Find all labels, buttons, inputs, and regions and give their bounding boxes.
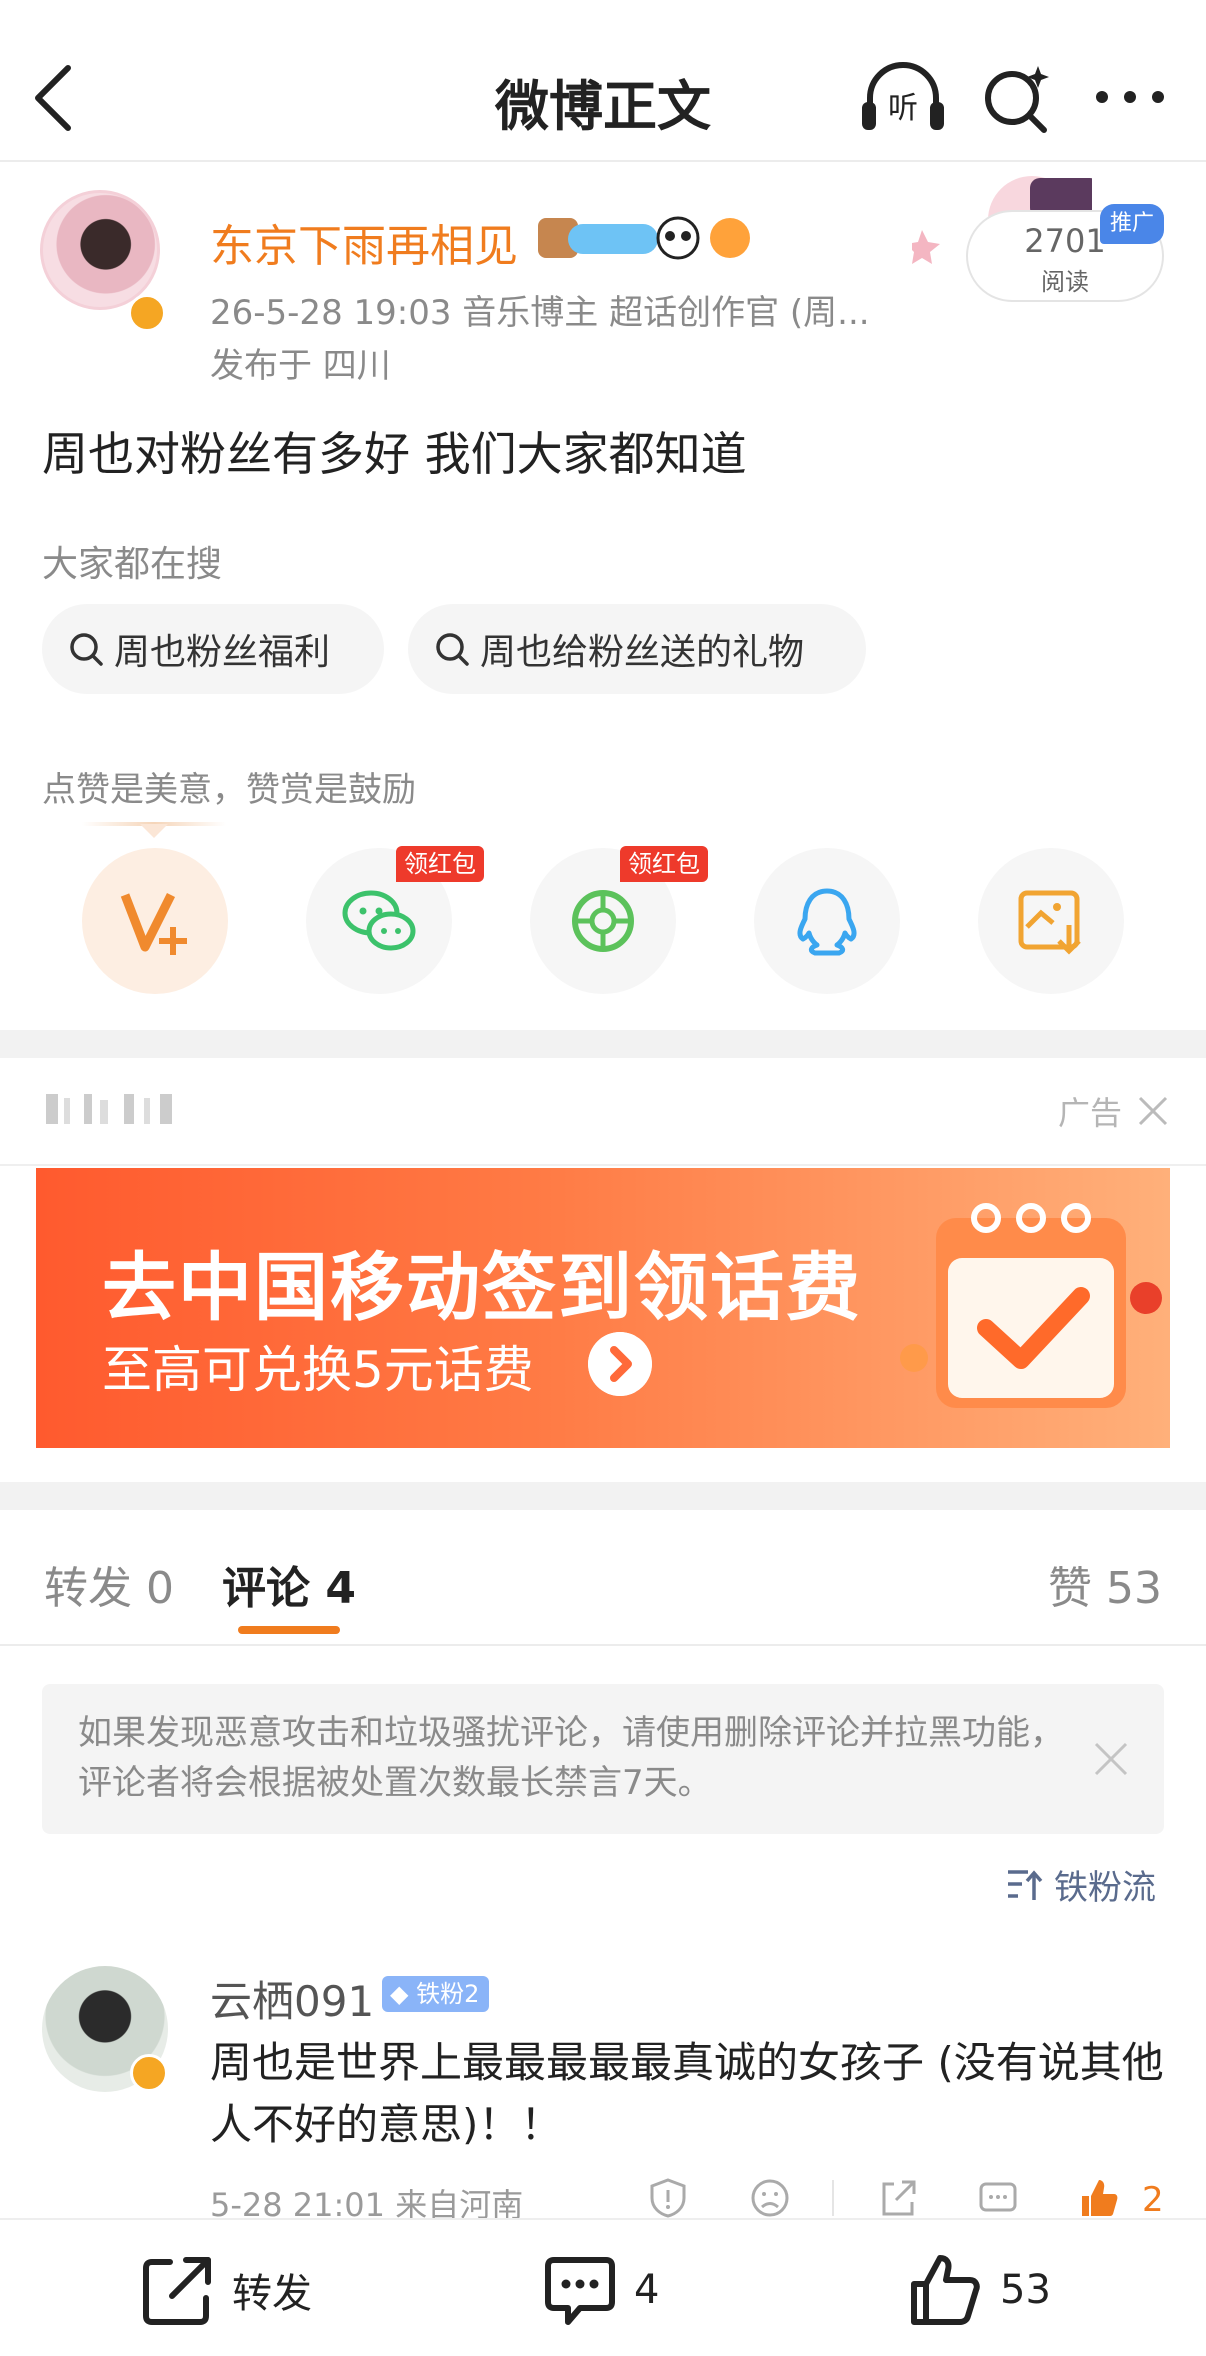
- active-tab-indicator: [238, 1626, 340, 1634]
- ad-title: 去中国移动签到领话费: [102, 1245, 862, 1331]
- qq-share-button[interactable]: [754, 848, 900, 994]
- repost-icon[interactable]: [876, 2176, 920, 2220]
- comment-icon: [545, 2257, 615, 2325]
- sort-toggle[interactable]: 铁粉流: [1004, 1862, 1156, 1908]
- chevron-right-icon: [588, 1332, 652, 1396]
- fan-level-label: 铁粉2: [416, 1980, 480, 2008]
- ad-label: 广告: [1058, 1094, 1123, 1132]
- bottom-action-bar: 转发 4 53: [0, 2218, 1206, 2356]
- comment-username[interactable]: 云栖091: [210, 1968, 374, 2029]
- search-chip[interactable]: 周也给粉丝送的礼物: [408, 604, 866, 694]
- section-divider: [0, 1030, 1206, 1058]
- search-spark-icon[interactable]: [980, 62, 1052, 134]
- red-packet-tag: 领红包: [620, 846, 708, 882]
- post-timestamp-source: 26-5-28 19:03 音乐博主 超话创作官 (周...: [210, 293, 870, 333]
- ad-sponsor-logo: [46, 1094, 172, 1124]
- comment-like-count: 2: [1142, 2180, 1164, 2220]
- like-icon[interactable]: [1076, 2176, 1120, 2220]
- diamond-icon: ◆: [390, 1980, 409, 2008]
- search-icon: [436, 633, 469, 666]
- search-icon: [70, 633, 103, 666]
- verified-badge-icon: [128, 294, 166, 332]
- reply-icon[interactable]: [976, 2176, 1020, 2220]
- dislike-face-icon[interactable]: [748, 2176, 792, 2220]
- like-icon: [911, 2255, 980, 2325]
- v-plus-reward-button[interactable]: [82, 848, 228, 994]
- v-plus-reward-icon: [120, 892, 187, 955]
- search-suggestions-heading: 大家都在搜: [42, 544, 223, 585]
- interaction-tabs: 转发 0 评论 4 赞 53: [0, 1510, 1206, 1644]
- report-icon[interactable]: [646, 2176, 690, 2220]
- tabs-divider: [0, 1644, 1206, 1646]
- moments-icon: [572, 890, 634, 952]
- section-divider: [0, 1482, 1206, 1510]
- promo-tag: 推广: [1100, 204, 1164, 244]
- reward-prompt: 点赞是美意，赞赏是鼓励: [42, 770, 416, 810]
- sort-label: 铁粉流: [1054, 1867, 1156, 1908]
- calendar-check-icon: [900, 1203, 1162, 1408]
- like-count: 53: [1000, 2267, 1051, 2313]
- comment-count: 4: [634, 2267, 660, 2313]
- repost-icon: [143, 2257, 211, 2325]
- repost-button[interactable]: 转发: [138, 2250, 312, 2330]
- notice-text: 如果发现恶意攻击和垃圾骚扰评论，请使用删除评论并拉黑功能，评论者将会根据被处置次…: [78, 1713, 1064, 1803]
- user-badges-icon: [538, 216, 750, 260]
- verified-badge-icon: [130, 2054, 168, 2092]
- avatar-image: [40, 190, 160, 310]
- tab-repost[interactable]: 转发 0: [44, 1552, 174, 1616]
- comment-notice: 如果发现恶意攻击和垃圾骚扰评论，请使用删除评论并拉黑功能，评论者将会根据被处置次…: [42, 1684, 1164, 1834]
- search-chip-label: 周也给粉丝送的礼物: [480, 632, 805, 673]
- listen-glyph: 听: [888, 91, 918, 126]
- wechat-icon: [342, 890, 416, 951]
- like-button[interactable]: 53: [906, 2250, 1051, 2330]
- close-icon[interactable]: [1136, 1094, 1170, 1128]
- fan-level-badge: ◆ 铁粉2: [382, 1976, 490, 2012]
- comment-button[interactable]: 4: [540, 2250, 659, 2330]
- repost-label: 转发: [232, 2271, 312, 2317]
- listen-icon[interactable]: 听: [858, 62, 948, 134]
- more-icon[interactable]: [1092, 82, 1168, 112]
- tip-pointer-icon: [140, 824, 168, 838]
- comment-text: 周也是世界上最最最最最真诚的女孩子 (没有说其他人不好的意思)！！: [210, 2038, 1164, 2149]
- search-chip-label: 周也粉丝福利: [114, 632, 331, 673]
- ad-subtitle: 至高可兑换5元话费: [102, 1341, 534, 1399]
- ad-divider: [0, 1164, 1206, 1166]
- save-image-icon: [1018, 890, 1081, 955]
- post-location: 发布于 四川: [210, 346, 391, 386]
- ad-banner[interactable]: 去中国移动签到领话费 至高可兑换5元话费: [36, 1168, 1170, 1448]
- top-nav-bar: 微博正文 听: [0, 0, 1206, 162]
- post-body: 周也对粉丝有多好 我们大家都知道: [42, 427, 747, 481]
- tab-likes[interactable]: 赞 53: [1048, 1552, 1162, 1616]
- author-avatar[interactable]: [40, 190, 166, 332]
- close-icon[interactable]: [1092, 1740, 1130, 1778]
- save-image-button[interactable]: [978, 848, 1124, 994]
- read-label: 阅读: [1041, 268, 1089, 296]
- sort-icon: [1008, 1870, 1043, 1900]
- action-separator: [832, 2180, 834, 2216]
- qq-icon: [797, 888, 857, 956]
- search-chip[interactable]: 周也粉丝福利: [42, 604, 384, 694]
- tab-comment[interactable]: 评论 4: [222, 1552, 356, 1616]
- red-packet-tag: 领红包: [396, 846, 484, 882]
- author-name[interactable]: 东京下雨再相见: [210, 210, 518, 274]
